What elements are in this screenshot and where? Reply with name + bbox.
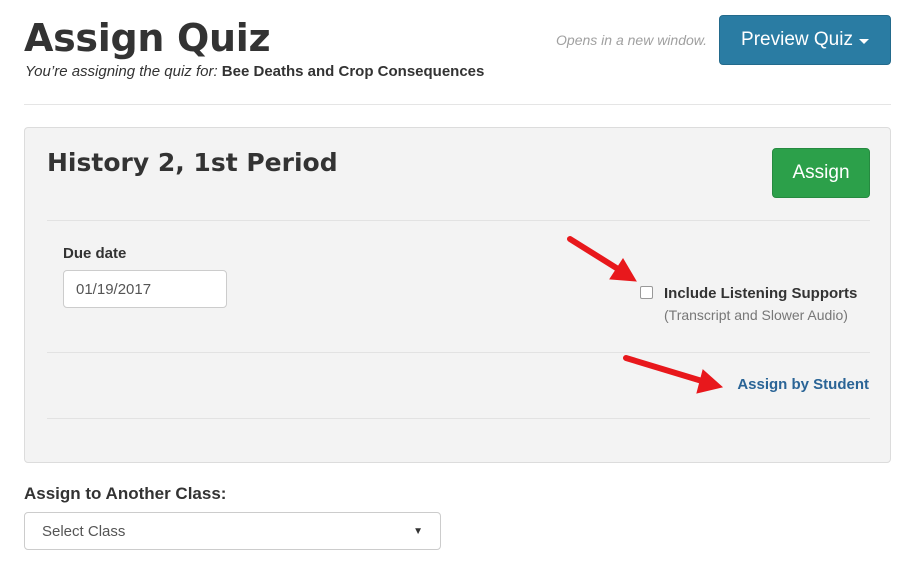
arrow-to-checkbox [567, 236, 637, 282]
arrow-to-assign-by-student [623, 355, 724, 394]
select-class-value: Select Class [42, 522, 126, 540]
annotation-arrows [567, 236, 724, 394]
select-class-dropdown[interactable]: Select Class ▼ [24, 512, 441, 550]
dropdown-arrow-icon: ▼ [413, 525, 423, 537]
assign-another-class-label: Assign to Another Class: [24, 484, 227, 503]
